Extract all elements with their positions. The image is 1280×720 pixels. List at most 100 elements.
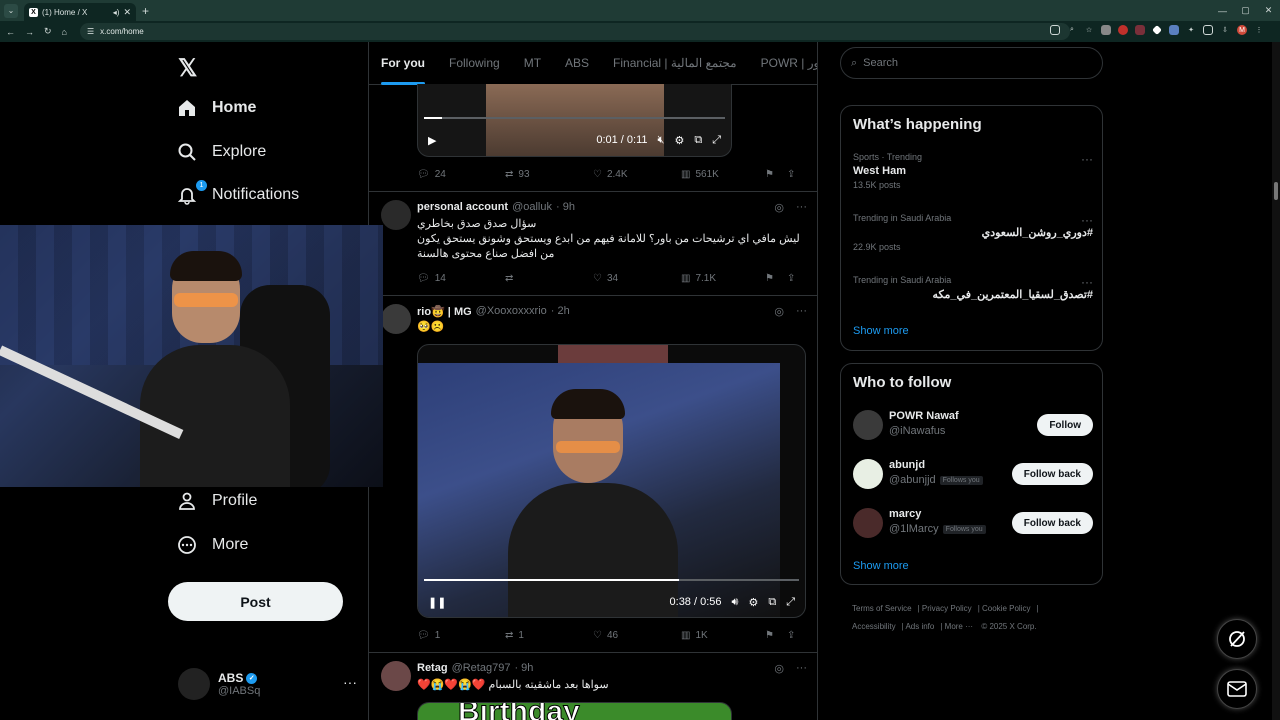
minimize-icon[interactable]: — — [1211, 0, 1234, 21]
reply-button[interactable]: 💬︎ 24 — [417, 169, 505, 180]
author-name[interactable]: personal account — [417, 201, 508, 213]
browser-tab[interactable]: X (1) Home / X ◂) ✕ — [24, 3, 136, 21]
views-button[interactable]: ▥ 7.1K — [681, 273, 765, 284]
like-button[interactable]: ♡ 34 — [593, 273, 681, 284]
more-dots-icon[interactable]: ··· — [796, 662, 807, 675]
settings-gear-icon[interactable]: ⚙ — [748, 596, 758, 609]
pause-icon[interactable]: ❚❚ — [428, 596, 446, 609]
search-input[interactable]: ⌕ Search — [840, 47, 1103, 79]
footer-link[interactable]: Accessibility — [852, 622, 896, 631]
extension-icon[interactable] — [1152, 25, 1162, 35]
follow-button[interactable]: Follow — [1037, 414, 1093, 436]
video-player[interactable]: ▶ 0:01 / 0:11 🔇︎ ⚙ ⧉ ⤢ — [417, 84, 732, 157]
author-name[interactable]: rio🤠 | MG — [417, 305, 472, 318]
footer-link[interactable]: More ··· — [945, 622, 973, 631]
tweet-time[interactable]: · 9h — [514, 662, 533, 674]
settings-gear-icon[interactable]: ⚙ — [674, 134, 684, 147]
profile-avatar-icon[interactable]: M — [1237, 25, 1247, 35]
grok-icon[interactable]: ◎ — [774, 201, 784, 214]
follow-suggestion[interactable]: marcy @1lMarcy Follows you Follow back — [853, 506, 1093, 540]
x-logo-icon[interactable]: 𝕏 — [178, 54, 197, 83]
post-button[interactable]: Post — [168, 582, 343, 621]
tab-powr[interactable]: POWR | ور — [749, 42, 817, 85]
tweet-image[interactable]: Birthday — [417, 702, 732, 720]
retweet-button[interactable]: ⇄ 93 — [505, 169, 593, 180]
mute-icon[interactable]: 🔇︎ — [658, 134, 665, 147]
author-handle[interactable]: @Xooxoxxxrio — [476, 305, 547, 317]
share-icon[interactable]: ⇪ — [787, 630, 795, 641]
avatar[interactable] — [853, 508, 883, 538]
more-dots-icon[interactable]: ··· — [1081, 152, 1093, 166]
extension-icon[interactable] — [1118, 25, 1128, 35]
video-player[interactable]: ❚❚ 0:38 / 0:56 🔊︎ ⚙ ⧉ ⤢ — [417, 344, 806, 618]
views-button[interactable]: ▥ 561K — [681, 169, 765, 180]
more-dots-icon[interactable]: ··· — [796, 305, 807, 318]
bookmark-star-icon[interactable]: ☆ — [1084, 25, 1094, 35]
play-icon[interactable]: ▶ — [428, 134, 436, 147]
nav-home[interactable]: Home — [176, 97, 256, 119]
views-button[interactable]: ▥ 1K — [681, 630, 765, 641]
retweet-button[interactable]: ⇄ 1 — [505, 630, 593, 641]
nav-more[interactable]: More — [176, 534, 248, 556]
volume-icon[interactable]: 🔊︎ — [732, 596, 739, 609]
footer-link[interactable]: Terms of Service — [852, 604, 912, 613]
bookmark-icon[interactable]: ⚑ — [765, 169, 787, 180]
close-window-icon[interactable]: ✕ — [1257, 0, 1280, 21]
nav-notifications[interactable]: 1 Notifications — [176, 180, 299, 206]
maximize-icon[interactable]: ▢ — [1234, 0, 1257, 21]
fullscreen-icon[interactable]: ⤢ — [786, 596, 795, 609]
author-handle[interactable]: @oalluk — [512, 201, 552, 213]
reload-icon[interactable]: ↻ — [44, 26, 52, 37]
forward-icon[interactable]: → — [25, 27, 34, 37]
avatar[interactable] — [853, 459, 883, 489]
close-tab-icon[interactable]: ✕ — [123, 7, 131, 18]
extension-icon[interactable] — [1135, 25, 1145, 35]
back-icon[interactable]: ← — [6, 27, 15, 37]
more-dots-icon[interactable]: ··· — [796, 201, 807, 214]
grok-icon[interactable]: ◎ — [774, 662, 784, 675]
share-icon[interactable]: ⇪ — [787, 169, 795, 180]
author-handle[interactable]: @Retag797 — [452, 662, 511, 674]
account-switcher[interactable]: ABS ✓ @IABSq ··· — [178, 664, 363, 704]
video-progress-bar[interactable] — [424, 117, 725, 119]
video-progress-bar[interactable] — [424, 579, 799, 581]
follow-back-button[interactable]: Follow back — [1011, 512, 1093, 534]
nav-explore[interactable]: Explore — [176, 141, 266, 163]
pip-icon[interactable]: ⧉ — [768, 596, 776, 609]
tab-mt[interactable]: MT — [512, 42, 553, 85]
sidebar-icon[interactable] — [1203, 25, 1213, 35]
tweet-time[interactable]: · 9h — [556, 201, 575, 213]
footer-link[interactable]: Privacy Policy — [922, 604, 972, 613]
cast-icon[interactable] — [1050, 25, 1060, 35]
tab-for-you[interactable]: For you — [369, 42, 437, 85]
reply-button[interactable]: 💬︎ 14 — [417, 273, 505, 284]
avatar[interactable] — [381, 661, 411, 691]
menu-icon[interactable]: ⋮ — [1254, 25, 1264, 35]
trend-item[interactable]: Trending in Saudi Arabia #تصدق_لسقيا_الم… — [853, 275, 1093, 301]
downloads-icon[interactable]: ⇩ — [1220, 25, 1230, 35]
avatar[interactable] — [381, 200, 411, 230]
grok-icon[interactable]: ◎ — [774, 305, 784, 318]
follow-suggestion[interactable]: POWR Nawaf @iNawafus Follow — [853, 408, 1093, 442]
more-dots-icon[interactable]: ··· — [1081, 213, 1093, 227]
share-icon[interactable]: ⇪ — [787, 273, 795, 284]
tab-following[interactable]: Following — [437, 42, 512, 85]
more-dots-icon[interactable]: ··· — [343, 674, 357, 690]
grok-button[interactable] — [1217, 619, 1257, 659]
site-info-icon[interactable]: ☰ — [87, 27, 94, 36]
zoom-icon[interactable]: ⌕ — [1067, 25, 1077, 35]
extensions-puzzle-icon[interactable]: ✦ — [1186, 25, 1196, 35]
trend-item[interactable]: Sports · Trending West Ham 13.5K posts ·… — [853, 152, 1093, 190]
home-icon[interactable]: ⌂ — [62, 27, 67, 37]
follow-back-button[interactable]: Follow back — [1011, 463, 1093, 485]
avatar[interactable] — [381, 304, 411, 334]
like-button[interactable]: ♡ 46 — [593, 630, 681, 641]
tab-financial[interactable]: Financial | مجتمع المالية — [601, 42, 749, 85]
page-scrollbar[interactable] — [1272, 42, 1280, 720]
retweet-button[interactable]: ⇄ — [505, 273, 593, 284]
reply-button[interactable]: 💬︎ 1 — [417, 630, 505, 641]
bookmark-icon[interactable]: ⚑ — [765, 273, 787, 284]
follow-suggestion[interactable]: abunjd @abunjjd Follows you Follow back — [853, 457, 1093, 491]
show-more-link[interactable]: Show more — [853, 560, 909, 572]
speaker-icon[interactable]: ◂) — [113, 8, 120, 17]
